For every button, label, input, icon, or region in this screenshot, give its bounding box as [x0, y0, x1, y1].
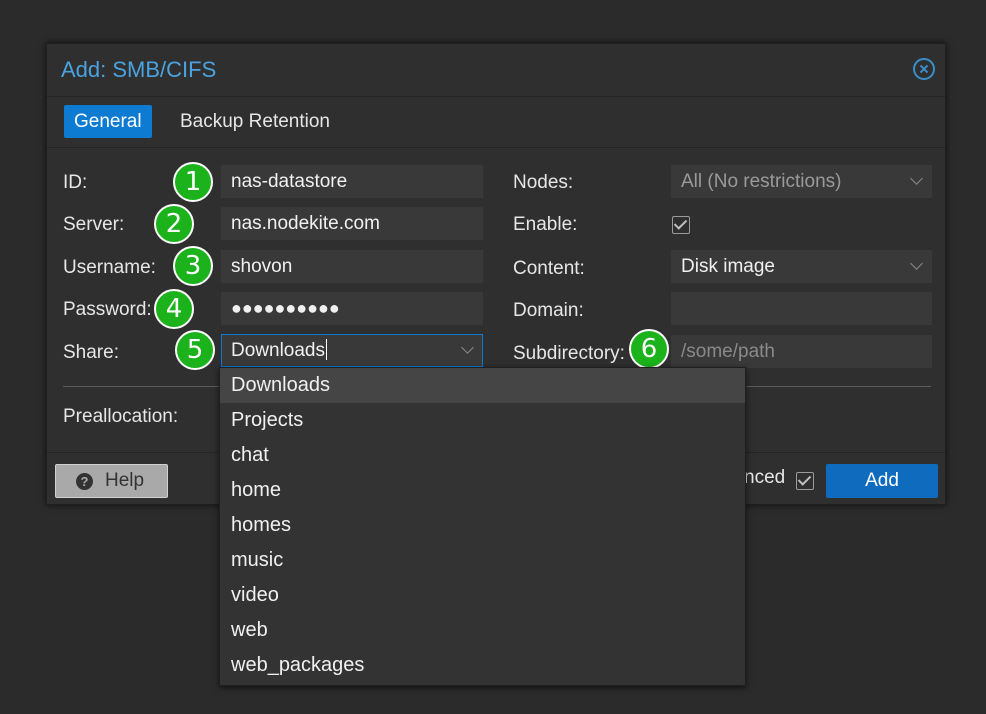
text-caret [326, 339, 327, 360]
domain-input[interactable] [671, 292, 932, 325]
password-input[interactable]: ●●●●●●●●●● [221, 292, 483, 325]
annotation-badge-1: 1 [173, 162, 213, 202]
content-label: Content: [513, 258, 585, 279]
server-input[interactable]: nas.nodekite.com [221, 207, 483, 240]
share-combobox[interactable]: Downloads [221, 334, 483, 367]
help-button[interactable]: ? Help [55, 464, 168, 498]
content-value: Disk image [681, 256, 775, 277]
share-option-homes[interactable]: homes [220, 508, 745, 543]
annotation-badge-5: 5 [175, 330, 215, 370]
nodes-value: All (No restrictions) [681, 171, 842, 192]
annotation-badge-4: 4 [154, 289, 194, 329]
username-input[interactable]: shovon [221, 250, 483, 283]
annotation-badge-6: 6 [629, 329, 669, 369]
share-option-web[interactable]: web [220, 613, 745, 648]
dialog-title: Add: SMB/CIFS [61, 57, 217, 82]
tab-backup-retention[interactable]: Backup Retention [170, 105, 340, 138]
share-label: Share: [63, 342, 119, 363]
id-label: ID: [63, 172, 88, 193]
share-option-video[interactable]: video [220, 578, 745, 613]
advanced-label: nced [744, 467, 786, 488]
nodes-select[interactable]: All (No restrictions) [671, 165, 932, 198]
share-option-home[interactable]: home [220, 473, 745, 508]
add-button[interactable]: Add [826, 464, 938, 498]
enable-label: Enable: [513, 214, 578, 235]
share-value: Downloads [231, 340, 325, 361]
help-label: Help [105, 470, 145, 491]
chevron-down-icon[interactable] [910, 172, 923, 185]
nodes-label: Nodes: [513, 172, 574, 193]
tab-bar: General Backup Retention [47, 97, 945, 148]
question-icon: ? [76, 473, 93, 490]
share-option-chat[interactable]: chat [220, 438, 745, 473]
preallocation-label: Preallocation: [63, 406, 179, 427]
subdirectory-input[interactable]: /some/path [671, 335, 932, 368]
tab-general[interactable]: General [64, 105, 152, 138]
password-label: Password: [63, 299, 152, 320]
chevron-down-icon[interactable] [910, 257, 923, 270]
annotation-badge-3: 3 [173, 246, 213, 286]
chevron-down-icon[interactable] [461, 341, 474, 354]
share-option-web-packages[interactable]: web_packages [220, 648, 745, 683]
dialog-header: Add: SMB/CIFS [47, 44, 945, 97]
share-dropdown-list: Downloads Projects chat home homes music… [219, 367, 746, 686]
subdirectory-label: Subdirectory: [513, 343, 625, 364]
share-option-music[interactable]: music [220, 543, 745, 578]
content-select[interactable]: Disk image [671, 250, 932, 283]
share-option-projects[interactable]: Projects [220, 403, 745, 438]
share-option-downloads[interactable]: Downloads [220, 368, 745, 403]
close-icon[interactable] [913, 58, 935, 80]
server-label: Server: [63, 214, 125, 235]
id-input[interactable]: nas-datastore [221, 165, 483, 198]
enable-checkbox[interactable] [672, 216, 690, 234]
username-label: Username: [63, 257, 156, 278]
annotation-badge-2: 2 [154, 204, 194, 244]
domain-label: Domain: [513, 300, 584, 321]
advanced-checkbox[interactable] [796, 472, 814, 490]
